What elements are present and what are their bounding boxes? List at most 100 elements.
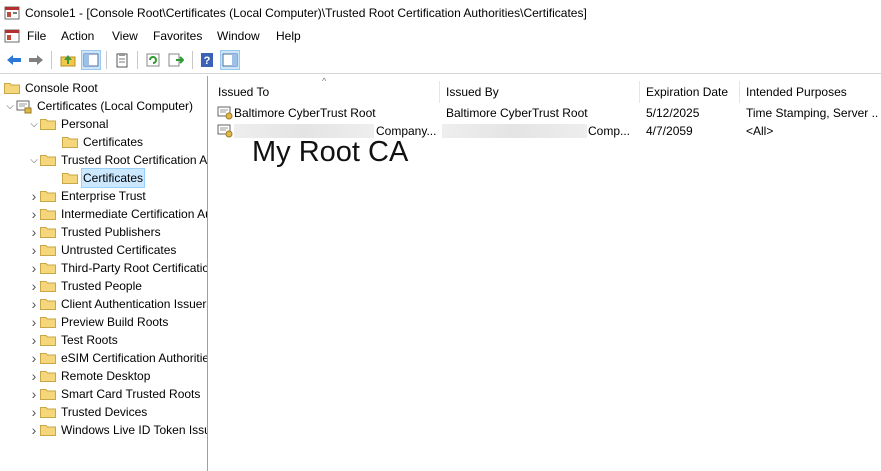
menu-view[interactable]: View	[112, 29, 138, 43]
tree-item[interactable]: › Smart Card Trusted Roots	[28, 385, 201, 403]
tree-item[interactable]: › Remote Desktop	[28, 367, 151, 385]
folder-icon	[40, 424, 56, 436]
tree-label: Third-Party Root Certification Authoriti…	[61, 261, 207, 275]
annotation-label: My Root CA	[252, 136, 409, 168]
forward-arrow-icon[interactable]	[26, 50, 46, 70]
sort-ascending-icon: ^	[322, 76, 327, 86]
tree-label: Preview Build Roots	[61, 315, 169, 329]
chevron-right-icon[interactable]: ›	[28, 241, 40, 259]
help-icon[interactable]: ?	[197, 50, 217, 70]
tree-label: Trusted Root Certification Authorities	[61, 153, 208, 167]
tree-item[interactable]: › eSIM Certification Authorities	[28, 349, 207, 367]
cell-issued-by: Baltimore CyberTrust Root	[446, 106, 588, 120]
tree-item[interactable]: › Test Roots	[28, 331, 119, 349]
folder-icon	[40, 280, 56, 292]
column-label: Issued By	[446, 85, 499, 99]
chevron-right-icon[interactable]: ›	[28, 367, 40, 385]
tree-item[interactable]: › Trusted Devices	[28, 403, 148, 421]
folder-icon	[40, 298, 56, 310]
export-list-icon[interactable]	[166, 50, 186, 70]
chevron-right-icon[interactable]: ›	[28, 349, 40, 367]
action-pane-icon[interactable]	[220, 50, 240, 70]
cell-expiration: 5/12/2025	[646, 106, 700, 120]
folder-icon	[4, 82, 20, 94]
column-label: Intended Purposes	[746, 85, 847, 99]
refresh-icon[interactable]	[143, 50, 163, 70]
properties-icon[interactable]	[112, 50, 132, 70]
chevron-right-icon[interactable]: ›	[28, 259, 40, 277]
folder-icon	[62, 172, 78, 184]
tree-label: Client Authentication Issuers	[61, 297, 208, 311]
svg-text:?: ?	[204, 55, 211, 67]
chevron-right-icon[interactable]: ›	[28, 313, 40, 331]
column-header-expiration-date[interactable]: Expiration Date	[646, 81, 728, 103]
folder-icon	[40, 208, 56, 220]
tree-item[interactable]: › Windows Live ID Token Issuer	[28, 421, 208, 439]
tree-item[interactable]: ⌵ Personal	[28, 115, 109, 133]
menu-window[interactable]: Window	[217, 29, 260, 43]
chevron-right-icon[interactable]: ›	[28, 385, 40, 403]
tree-item[interactable]: › Enterprise Trust	[28, 187, 147, 205]
tree-label: Test Roots	[61, 333, 118, 347]
tree-label: Windows Live ID Token Issuer	[61, 423, 208, 437]
tree-label: Trusted Devices	[61, 405, 148, 419]
folder-icon	[40, 244, 56, 256]
chevron-right-icon[interactable]: ›	[28, 331, 40, 349]
tree-item[interactable]: › Trusted People	[28, 277, 143, 295]
folder-icon	[40, 334, 56, 346]
column-header-issued-to[interactable]: Issued To	[218, 81, 269, 103]
chevron-down-icon[interactable]: ⌵	[28, 151, 40, 169]
tree-label: Trusted People	[61, 279, 142, 293]
tree-label: Remote Desktop	[61, 369, 151, 383]
folder-icon	[40, 118, 56, 130]
title-bar: Console1 - [Console Root\Certificates (L…	[0, 0, 881, 26]
tree-item-console-root[interactable]: Console Root	[4, 79, 99, 97]
tree-item[interactable]: Certificates	[62, 168, 146, 188]
toolbar: ?	[0, 46, 881, 74]
folder-icon	[40, 388, 56, 400]
tree-label: Certificates	[83, 135, 144, 149]
chevron-down-icon[interactable]: ⌵	[4, 97, 16, 115]
chevron-right-icon[interactable]: ›	[28, 277, 40, 295]
tree-label: Personal	[61, 117, 109, 131]
tree-item[interactable]: › Third-Party Root Certification Authorit…	[28, 259, 207, 277]
folder-icon	[40, 190, 56, 202]
tree-item-certificates-local[interactable]: ⌵ Certificates (Local Computer)	[4, 97, 194, 115]
column-header-issued-by[interactable]: Issued By	[446, 81, 499, 103]
mmc-app-icon	[4, 6, 20, 20]
folder-icon	[62, 136, 78, 148]
tree-label: Untrusted Certificates	[61, 243, 177, 257]
tree-item[interactable]: › Trusted Publishers	[28, 223, 162, 241]
column-header-intended-purposes[interactable]: Intended Purposes	[746, 81, 847, 103]
mmc-menu-icon[interactable]	[4, 28, 20, 44]
tree-label: Trusted Publishers	[61, 225, 161, 239]
chevron-right-icon[interactable]: ›	[28, 187, 40, 205]
chevron-right-icon[interactable]: ›	[28, 205, 40, 223]
certificate-snapin-icon	[16, 100, 32, 114]
chevron-right-icon[interactable]: ›	[28, 421, 40, 439]
folder-icon	[40, 154, 56, 166]
back-arrow-icon[interactable]	[4, 50, 24, 70]
cell-purposes: <All>	[746, 124, 774, 138]
tree-item[interactable]: ⌵ Trusted Root Certification Authorities	[28, 151, 208, 169]
menu-help[interactable]: Help	[276, 29, 301, 43]
menu-action[interactable]: Action	[61, 29, 94, 43]
tree-label: Certificates (Local Computer)	[37, 99, 194, 113]
folder-icon	[40, 370, 56, 382]
tree-item[interactable]: › Preview Build Roots	[28, 313, 169, 331]
chevron-right-icon[interactable]: ›	[28, 223, 40, 241]
chevron-right-icon[interactable]: ›	[28, 403, 40, 421]
menu-favorites[interactable]: Favorites	[153, 29, 202, 43]
chevron-right-icon[interactable]: ›	[28, 295, 40, 313]
up-folder-icon[interactable]	[58, 50, 78, 70]
tree-item[interactable]: › Untrusted Certificates	[28, 241, 177, 259]
tree-item[interactable]: Certificates	[62, 133, 144, 151]
console-tree: Console Root ⌵ Certificates (Local Compu…	[0, 76, 208, 471]
show-hide-tree-icon[interactable]	[81, 50, 101, 70]
menu-file[interactable]: File	[27, 29, 46, 43]
folder-icon	[40, 226, 56, 238]
tree-label: Enterprise Trust	[61, 189, 146, 203]
tree-item[interactable]: › Intermediate Certification Authorities	[28, 205, 207, 223]
tree-item[interactable]: › Client Authentication Issuers	[28, 295, 208, 313]
chevron-down-icon[interactable]: ⌵	[28, 115, 40, 133]
